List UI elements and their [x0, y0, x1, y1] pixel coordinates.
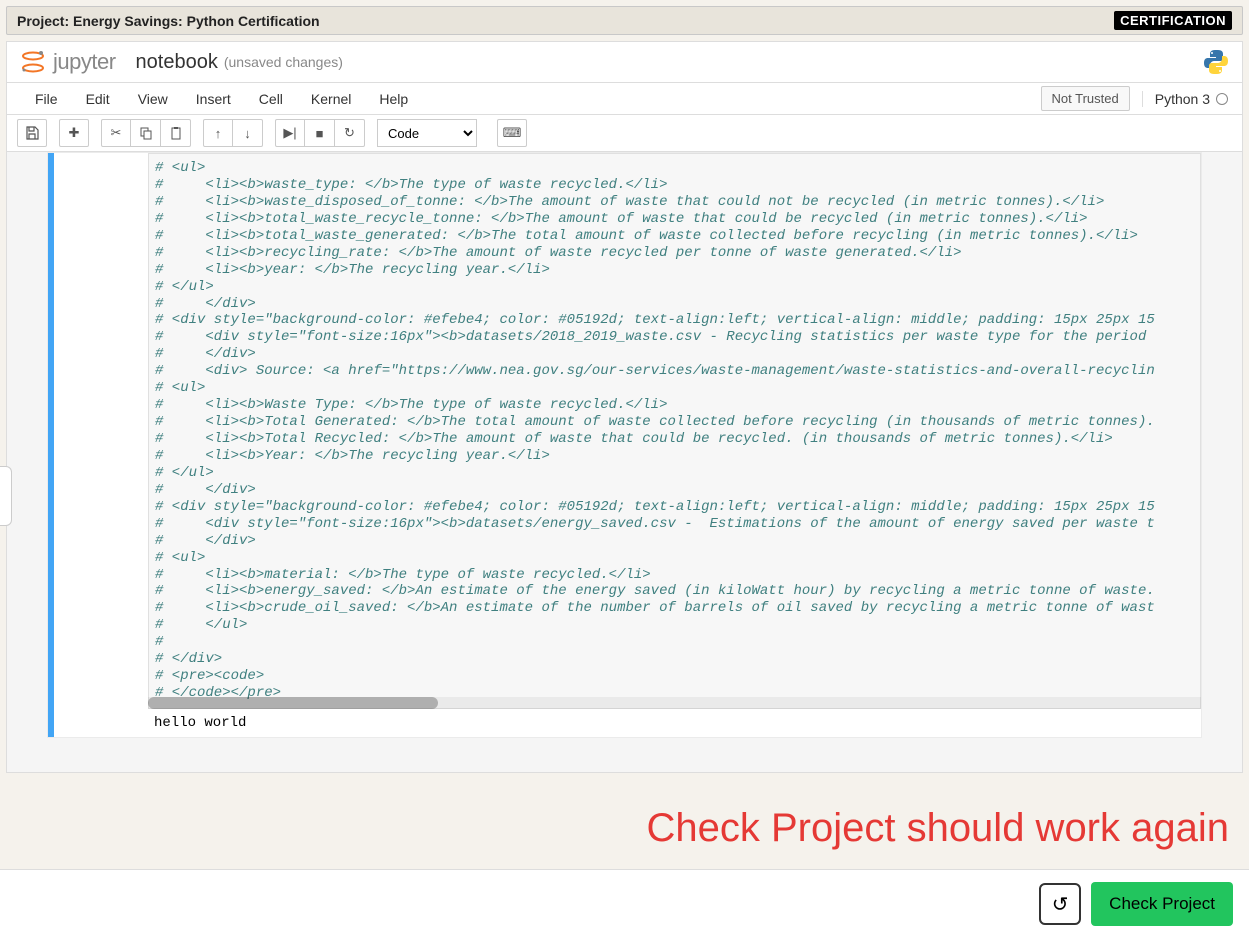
arrow-down-icon: ↓ [244, 126, 251, 141]
jupyter-header: jupyter notebook (unsaved changes) [7, 42, 1242, 83]
copy-button[interactable] [131, 119, 161, 147]
run-button[interactable]: ▶| [275, 119, 305, 147]
code-cell[interactable]: # <ul> # <li><b>waste_type: </b>The type… [47, 152, 1202, 738]
undo-icon: ↺ [1052, 892, 1069, 917]
menu-kernel[interactable]: Kernel [297, 85, 365, 113]
restart-button[interactable]: ↻ [335, 119, 365, 147]
menu-insert[interactable]: Insert [182, 85, 245, 113]
menu-file[interactable]: File [21, 85, 72, 113]
keyboard-icon: ⌨ [503, 125, 522, 141]
jupyter-logo[interactable]: jupyter [19, 48, 116, 76]
project-title: Project: Energy Savings: Python Certific… [17, 13, 320, 29]
cell-output: hello world [148, 709, 1201, 737]
stop-icon: ■ [316, 126, 324, 141]
arrow-up-icon: ↑ [215, 126, 222, 141]
cut-button[interactable]: ✂ [101, 119, 131, 147]
kernel-name: Python 3 [1155, 91, 1210, 107]
save-button[interactable] [17, 119, 47, 147]
plus-icon: ✚ [69, 125, 80, 141]
notebook-content: # <ul> # <li><b>waste_type: </b>The type… [7, 152, 1242, 772]
horizontal-scrollbar[interactable] [148, 697, 1201, 709]
save-status: (unsaved changes) [224, 54, 343, 70]
jupyter-logo-text: jupyter [53, 49, 116, 75]
annotation-text: Check Project should work again [646, 806, 1229, 851]
menu-edit[interactable]: Edit [72, 85, 124, 113]
move-up-button[interactable]: ↑ [203, 119, 233, 147]
menu-view[interactable]: View [124, 85, 182, 113]
menu-help[interactable]: Help [365, 85, 422, 113]
project-top-bar: Project: Energy Savings: Python Certific… [6, 6, 1243, 35]
scrollbar-thumb[interactable] [148, 697, 438, 709]
menu-bar: File Edit View Insert Cell Kernel Help N… [7, 83, 1242, 115]
trust-button[interactable]: Not Trusted [1041, 86, 1130, 111]
jupyter-logo-icon [19, 48, 47, 76]
footer-bar: ↺ Check Project [0, 869, 1249, 938]
kernel-indicator[interactable]: Python 3 [1142, 91, 1228, 107]
paste-button[interactable] [161, 119, 191, 147]
scissors-icon: ✂ [111, 125, 122, 141]
move-down-button[interactable]: ↓ [233, 119, 263, 147]
check-project-button[interactable]: Check Project [1091, 882, 1233, 926]
kernel-status-icon [1216, 93, 1228, 105]
side-panel-toggle[interactable] [0, 466, 12, 526]
command-palette-button[interactable]: ⌨ [497, 119, 527, 147]
cell-type-select[interactable]: Code [377, 119, 477, 147]
menu-cell[interactable]: Cell [245, 85, 297, 113]
toolbar: ✚ ✂ ↑ ↓ ▶| ■ ↻ Code ⌨ [7, 115, 1242, 152]
notebook-name[interactable]: notebook [136, 51, 218, 74]
python-logo-icon [1202, 48, 1230, 76]
certification-badge: CERTIFICATION [1114, 11, 1232, 30]
add-cell-button[interactable]: ✚ [59, 119, 89, 147]
cell-active-indicator [48, 153, 54, 737]
notebook-frame: jupyter notebook (unsaved changes) File … [6, 41, 1243, 773]
restart-icon: ↻ [344, 125, 355, 141]
code-input-area[interactable]: # <ul> # <li><b>waste_type: </b>The type… [148, 153, 1201, 709]
reset-button[interactable]: ↺ [1039, 883, 1081, 925]
stop-button[interactable]: ■ [305, 119, 335, 147]
run-icon: ▶| [283, 125, 296, 141]
